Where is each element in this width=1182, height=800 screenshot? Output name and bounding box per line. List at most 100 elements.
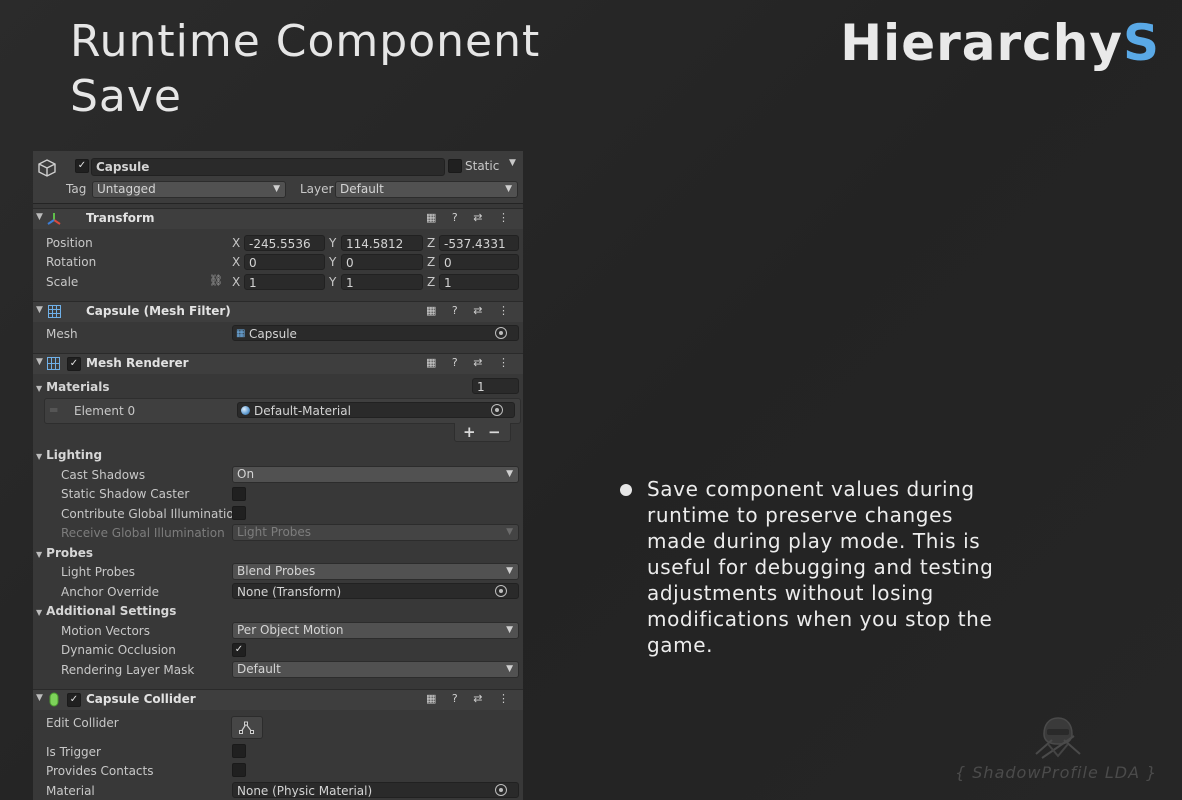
foldout-arrow-icon[interactable]: ▼ [36,305,43,315]
component-tools-icons[interactable]: ▦ ? ⇄ ⋮ [426,211,515,224]
chevron-down-icon: ▼ [506,469,513,479]
cast-shadows-dropdown[interactable]: On ▼ [232,466,519,483]
object-name-input[interactable]: Capsule [91,158,445,176]
logo-accent: S [1122,14,1160,72]
layer-dropdown[interactable]: Default ▼ [335,181,518,198]
mesh-filter-header[interactable]: ▼ Capsule (Mesh Filter) ▦ ? ⇄ ⋮ [33,301,523,322]
edit-collider-label: Edit Collider [46,716,119,730]
scale-x-field[interactable]: 1 [244,274,325,290]
gameobject-cube-icon [38,159,56,177]
materials-foldout[interactable]: ▼ Materials [36,380,109,394]
capsule-collider-icon [49,692,59,707]
scale-z-field[interactable]: 1 [439,274,519,290]
rotation-x-field[interactable]: 0 [244,254,325,270]
lighting-foldout[interactable]: ▼ Lighting [36,448,102,462]
physic-material-field[interactable]: None (Physic Material) [232,782,519,798]
active-checkbox[interactable]: ✓ [75,159,89,173]
axis-y-label: Y [329,236,337,250]
object-picker-icon[interactable] [491,404,503,416]
probes-label: Probes [46,546,93,560]
anchor-override-field[interactable]: None (Transform) [232,583,519,599]
motion-vectors-value: Per Object Motion [237,623,344,637]
static-label: Static [465,159,500,173]
capsule-collider-enabled-checkbox[interactable]: ✓ [67,693,81,707]
rotation-label: Rotation [46,255,97,269]
object-picker-icon[interactable] [495,585,507,597]
foldout-arrow-icon[interactable]: ▼ [36,693,43,703]
object-picker-icon[interactable] [495,784,507,796]
foldout-arrow-icon[interactable]: ▼ [36,212,43,222]
inspector-header: ✓ Capsule Static ▼ Tag Untagged ▼ Layer D… [33,151,523,204]
inspector-panel: ✓ Capsule Static ▼ Tag Untagged ▼ Layer D… [33,151,523,800]
position-x-field[interactable]: -245.5536 [244,235,325,251]
chevron-down-icon: ▼ [506,664,513,674]
provides-contacts-checkbox[interactable] [232,763,246,777]
title-line-1: Runtime Component [70,16,541,67]
bullet-text: Save component values during runtime to … [647,477,994,657]
mesh-renderer-enabled-checkbox[interactable]: ✓ [67,357,81,371]
light-probes-label: Light Probes [61,565,136,579]
motion-vectors-label: Motion Vectors [61,624,150,638]
position-z-field[interactable]: -537.4331 [439,235,519,251]
scale-y-field[interactable]: 1 [341,274,423,290]
component-tools-icons[interactable]: ▦ ? ⇄ ⋮ [426,304,515,317]
rendering-layer-value: Default [237,662,281,676]
drag-handle-icon[interactable]: ═ [50,403,57,417]
physic-material-value: None (Physic Material) [237,784,373,798]
contribute-gi-checkbox[interactable] [232,506,246,520]
materials-count-field[interactable]: 1 [472,378,519,394]
axis-y-label: Y [329,275,337,289]
component-tools-icons[interactable]: ▦ ? ⇄ ⋮ [426,356,515,369]
mesh-renderer-header[interactable]: ▼ ✓ Mesh Renderer ▦ ? ⇄ ⋮ [33,353,523,374]
static-dropdown-icon[interactable]: ▼ [509,158,516,168]
bullet-dot [620,484,632,496]
motion-vectors-dropdown[interactable]: Per Object Motion ▼ [232,622,519,639]
foldout-arrow-icon: ▼ [36,384,43,393]
position-y-field[interactable]: 114.5812 [341,235,423,251]
rendering-layer-label: Rendering Layer Mask [61,663,195,677]
axis-z-label: Z [427,275,436,289]
element0-material-field[interactable]: Default-Material [237,402,515,418]
axis-x-label: X [232,275,241,289]
tag-dropdown[interactable]: Untagged ▼ [92,181,286,198]
foldout-arrow-icon: ▼ [36,452,43,461]
rendering-layer-dropdown[interactable]: Default ▼ [232,661,519,678]
add-element-button[interactable]: + [463,423,476,441]
rotation-y-field[interactable]: 0 [341,254,423,270]
layer-label: Layer [300,182,334,196]
lighting-label: Lighting [46,448,103,462]
foldout-arrow-icon: ▼ [36,550,43,559]
capsule-collider-header[interactable]: ▼ ✓ Capsule Collider ▦ ? ⇄ ⋮ [33,689,523,710]
static-checkbox[interactable] [448,159,462,173]
transform-header[interactable]: ▼ Transform ▦ ? ⇄ ⋮ [33,208,523,229]
chevron-down-icon: ▼ [506,625,513,635]
element0-value: Default-Material [254,404,351,418]
component-tools-icons[interactable]: ▦ ? ⇄ ⋮ [426,692,515,705]
foldout-arrow-icon: ▼ [36,608,43,617]
dynamic-occlusion-checkbox[interactable]: ✓ [232,643,246,657]
link-scale-icon[interactable]: ⛓ [209,274,223,287]
receive-gi-dropdown: Light Probes ▼ [232,524,519,541]
probes-foldout[interactable]: ▼ Probes [36,546,93,560]
cast-shadows-value: On [237,467,255,481]
foldout-arrow-icon[interactable]: ▼ [36,357,43,367]
remove-element-button[interactable]: − [488,423,501,441]
axis-x-label: X [232,236,241,250]
is-trigger-checkbox[interactable] [232,744,246,758]
receive-gi-value: Light Probes [237,525,312,539]
chevron-down-icon: ▼ [273,184,280,194]
static-shadow-caster-checkbox[interactable] [232,487,246,501]
logo-main: Hierarchy [840,14,1123,72]
object-picker-icon[interactable] [495,327,507,339]
axis-z-label: Z [427,236,436,250]
dynamic-occlusion-label: Dynamic Occlusion [61,643,176,657]
rotation-z-field[interactable]: 0 [439,254,519,270]
light-probes-dropdown[interactable]: Blend Probes ▼ [232,563,519,580]
tag-label: Tag [66,182,87,196]
receive-gi-label: Receive Global Illumination [61,526,225,540]
mesh-object-field[interactable]: ▦ Capsule [232,325,519,341]
element0-label: Element 0 [74,404,136,418]
chevron-down-icon: ▼ [505,184,512,194]
edit-collider-button[interactable] [231,716,263,739]
additional-settings-foldout[interactable]: ▼ Additional Settings [36,604,176,618]
